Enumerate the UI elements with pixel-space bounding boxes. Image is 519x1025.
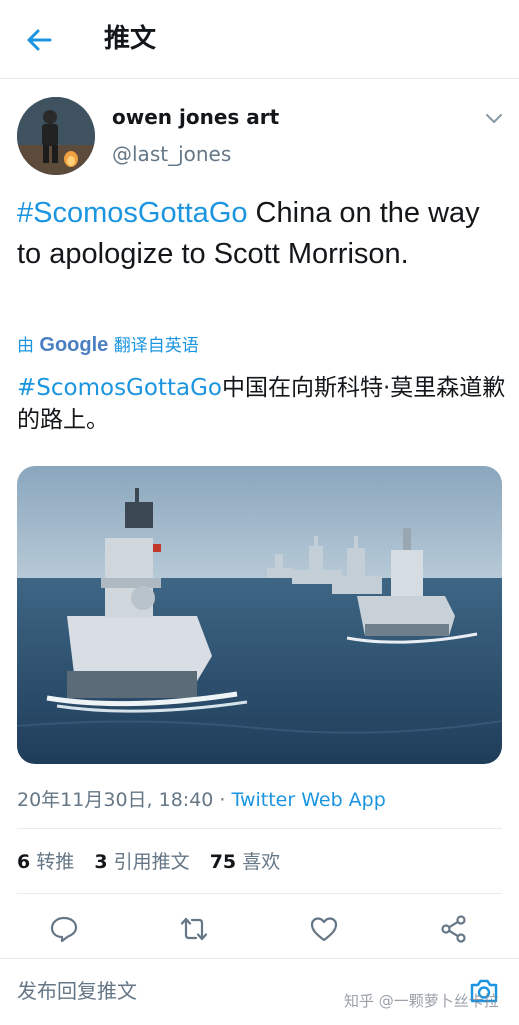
- translate-prefix: 由: [17, 336, 34, 356]
- hashtag-link[interactable]: #ScomosGottaGo: [17, 197, 248, 229]
- caret-down-icon: [486, 114, 502, 123]
- back-arrow-icon: [27, 29, 52, 51]
- avatar[interactable]: [17, 97, 95, 175]
- likes-stat[interactable]: 75 喜欢: [210, 851, 281, 873]
- more-options-button[interactable]: [482, 106, 506, 130]
- tweet-text: #ScomosGottaGo China on the way to apolo…: [17, 193, 507, 275]
- retweet-button[interactable]: [178, 913, 210, 945]
- translated-hashtag-link[interactable]: #ScomosGottaGo: [17, 375, 222, 401]
- author-handle[interactable]: @last_jones: [112, 140, 231, 168]
- share-button[interactable]: [438, 913, 470, 945]
- likes-count: 75: [209, 851, 237, 873]
- retweet-icon: [180, 917, 208, 941]
- page-title: 推文: [104, 24, 157, 54]
- divider: [17, 828, 502, 829]
- translated-text: #ScomosGottaGo中国在向斯科特·莫里森道歉的路上。: [17, 372, 507, 436]
- watermark: 知乎 @一颗萝卜丝卡拉: [344, 992, 499, 1010]
- retweets-stat[interactable]: 6 转推: [17, 851, 74, 873]
- top-bar: 推文: [0, 0, 519, 79]
- google-logo: Google: [39, 334, 109, 356]
- like-button[interactable]: [308, 913, 340, 945]
- tweet-stats: 6 转推 3 引用推文 75 喜欢: [17, 848, 294, 876]
- quotes-count: 3: [94, 851, 108, 873]
- retweets-count: 6: [17, 851, 31, 873]
- avatar-image: [17, 97, 95, 175]
- tweet-timestamp: 20年11月30日, 18:40 · Twitter Web App: [17, 786, 386, 814]
- reply-input[interactable]: 发布回复推文: [17, 977, 137, 1005]
- divider: [17, 893, 502, 894]
- back-button[interactable]: [22, 22, 58, 58]
- tweet-photo[interactable]: [17, 466, 502, 764]
- reply-button[interactable]: [48, 913, 80, 945]
- reply-icon: [50, 916, 78, 943]
- share-icon: [441, 915, 466, 943]
- author-name[interactable]: owen jones art: [112, 103, 279, 131]
- warships-photo: [17, 466, 502, 764]
- quotes-stat[interactable]: 3 引用推文: [94, 851, 189, 873]
- source-link[interactable]: Twitter Web App: [231, 789, 385, 811]
- likes-label: 喜欢: [242, 851, 281, 873]
- translation-attribution[interactable]: 由 Google 翻译自英语: [17, 332, 199, 359]
- retweets-label: 转推: [36, 851, 75, 873]
- translate-suffix: 翻译自英语: [113, 336, 199, 356]
- quotes-label: 引用推文: [113, 851, 190, 873]
- timestamp-date: 20年11月30日, 18:40 ·: [17, 789, 232, 811]
- like-icon: [310, 917, 338, 942]
- tweet-actions: [0, 905, 519, 953]
